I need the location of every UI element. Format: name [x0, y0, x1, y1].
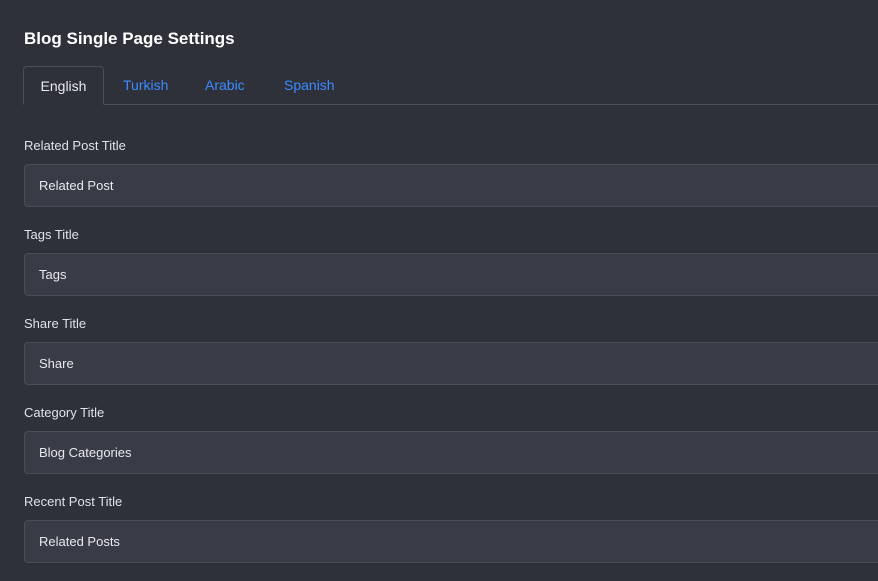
tab-spanish[interactable]: Spanish: [284, 66, 335, 104]
related-post-title-label: Related Post Title: [24, 138, 126, 153]
page-title: Blog Single Page Settings: [24, 29, 235, 48]
category-title-label: Category Title: [24, 405, 105, 420]
tab-arabic[interactable]: Arabic: [205, 66, 245, 104]
recent-post-title-label: Recent Post Title: [24, 494, 123, 509]
tab-english[interactable]: English: [23, 66, 104, 105]
tab-turkish[interactable]: Turkish: [123, 66, 168, 104]
tags-title-label: Tags Title: [24, 227, 79, 242]
share-title-input[interactable]: [24, 342, 878, 385]
tags-title-input[interactable]: [24, 253, 878, 296]
share-title-label: Share Title: [24, 316, 87, 331]
category-title-input[interactable]: [24, 431, 878, 474]
language-tabs: English Turkish Arabic Spanish: [23, 66, 878, 105]
related-post-title-input[interactable]: [24, 164, 878, 207]
recent-post-title-input[interactable]: [24, 520, 878, 563]
settings-card: Blog Single Page Settings English Turkis…: [0, 0, 878, 581]
